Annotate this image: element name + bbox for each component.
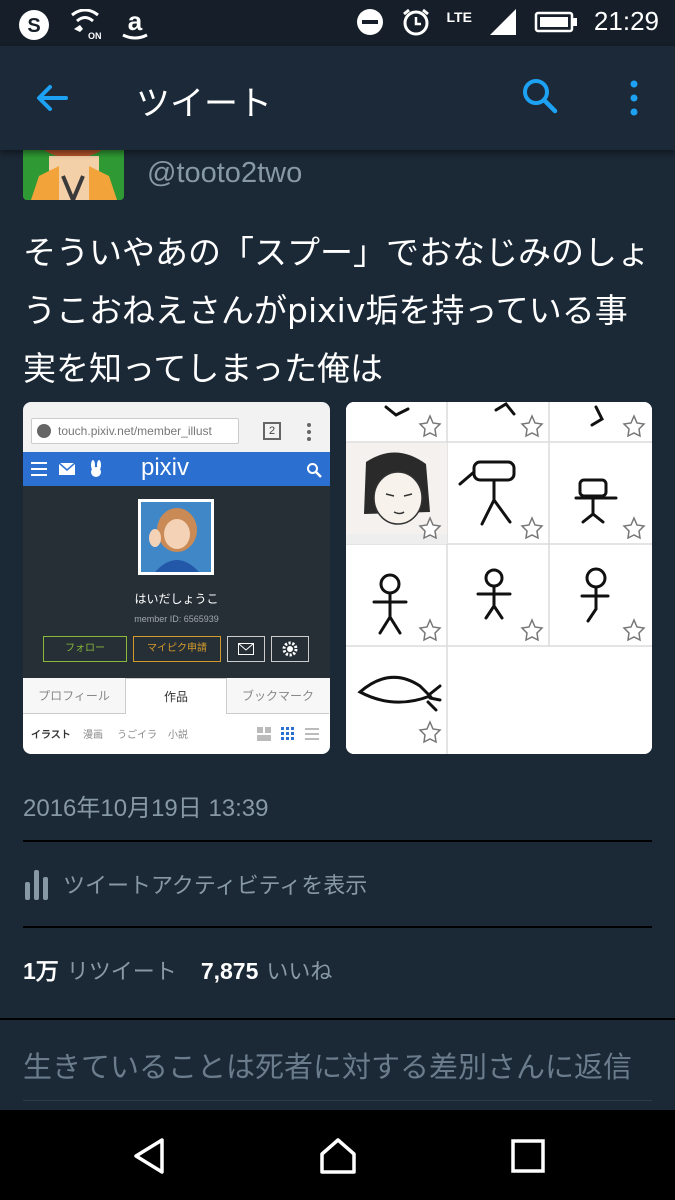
like-stat[interactable]: 7,875 いいね [201, 954, 333, 986]
app-bar: ツイート [0, 46, 675, 150]
subtab-manga: 漫画 [83, 730, 103, 741]
tweet-text: そういやあの「スプー」でおなじみのしょうこおねえさんがpixiv垢を持っている事… [23, 233, 650, 388]
browser-url: touch.pixiv.net/member_illust [31, 418, 239, 444]
divider [23, 840, 652, 842]
member-id: member ID: 6565939 [134, 614, 219, 624]
svg-text:S: S [27, 15, 40, 37]
tweet-activity-link[interactable]: ツイートアクティビティを表示 [23, 864, 367, 904]
pixiv-search-icon [307, 463, 322, 478]
tab-count-badge: 2 [263, 422, 281, 440]
tweet-image-pixiv-profile[interactable]: touch.pixiv.net/member_illust 2 pixiv はい… [23, 402, 330, 754]
tweet-detail-screen: S ON a LTE 21:29 ツイート @tooto2two そういやあの「… [0, 0, 675, 1200]
retweet-stat[interactable]: 1万 リツイート [23, 952, 177, 986]
nav-back-icon [134, 1138, 164, 1174]
hamburger-icon [31, 462, 47, 476]
gear-icon [282, 641, 298, 657]
message-button [227, 636, 265, 662]
mail-icon [59, 463, 75, 475]
signal-icon [489, 8, 516, 35]
page-title: ツイート [136, 84, 272, 124]
retweet-count: 1万 [23, 958, 59, 984]
menu-dots-icon [307, 423, 311, 441]
mypixiv-request-button: マイピク申請 [133, 636, 221, 662]
tab-profile: プロフィール [23, 678, 125, 714]
retweet-label: リツイート [66, 960, 177, 985]
subtab-ugoira: うごイラ [117, 730, 157, 741]
browser-toolbar: touch.pixiv.net/member_illust 2 [23, 402, 330, 452]
user-handle[interactable]: @tooto2two [147, 157, 302, 190]
rabbit-icon [91, 460, 101, 477]
settings-button [271, 636, 309, 662]
divider [0, 1018, 675, 1020]
profile-photo [138, 499, 214, 575]
doodle-grid [346, 402, 652, 754]
follow-button: フォロー [43, 636, 127, 662]
tweet-activity-label: ツイートアクティビティを表示 [63, 874, 368, 899]
network-type: LTE [446, 8, 472, 25]
svg-text:ON: ON [88, 31, 102, 41]
like-count: 7,875 [200, 958, 259, 984]
subtab-illust: イラスト [31, 730, 71, 741]
battery-icon [534, 11, 577, 32]
alarm-icon [402, 8, 429, 35]
wifi-calling-icon: ON [71, 9, 102, 41]
tab-bookmarks: ブックマーク [227, 678, 329, 714]
pixiv-profile: はいだしょうこ member ID: 6565939 フォロー マイピク申請 [23, 486, 330, 678]
reply-input[interactable]: 生きていることは死者に対する差別さんに返信 [23, 1044, 663, 1086]
profile-name: はいだしょうこ [134, 592, 219, 606]
tweet-image-doodles[interactable] [346, 402, 652, 754]
pixiv-subtabs: イラスト 漫画 うごイラ 小説 [23, 714, 330, 754]
grid-view-icon [257, 727, 319, 741]
tab-works: 作品 [125, 678, 227, 714]
status-bar: S ON a LTE 21:29 [0, 0, 675, 46]
arrow-left-icon [37, 85, 68, 111]
globe-icon [37, 424, 51, 438]
divider [23, 926, 652, 928]
clock: 21:29 [593, 6, 659, 36]
nav-recents-button[interactable] [508, 1136, 548, 1176]
nav-recents-icon [511, 1139, 545, 1173]
pixiv-header: pixiv [23, 452, 330, 486]
amazon-icon: a [122, 8, 148, 40]
more-vertical-icon [630, 80, 638, 116]
bar-chart-icon [25, 870, 48, 900]
subtab-novel: 小説 [168, 730, 188, 741]
pixiv-logo: pixiv [141, 454, 190, 481]
envelope-icon [238, 643, 254, 655]
back-button[interactable] [30, 76, 74, 120]
like-label: いいね [266, 960, 333, 985]
pixiv-tabs: プロフィール 作品 ブックマーク [23, 678, 330, 714]
more-options-button[interactable] [616, 76, 652, 120]
do-not-disturb-icon [356, 8, 383, 35]
svg-text:a: a [128, 8, 143, 36]
skype-icon: S [19, 10, 49, 40]
search-icon [523, 79, 558, 114]
nav-back-button[interactable] [130, 1136, 170, 1176]
nav-home-button[interactable] [318, 1136, 358, 1176]
search-button[interactable] [518, 74, 562, 118]
tweet-stats: 1万 リツイート 7,875 いいね [23, 952, 332, 986]
divider [23, 1100, 652, 1101]
android-nav-bar [0, 1110, 675, 1200]
nav-home-icon [320, 1138, 356, 1174]
tweet-timestamp: 2016年10月19日 13:39 [23, 795, 269, 822]
